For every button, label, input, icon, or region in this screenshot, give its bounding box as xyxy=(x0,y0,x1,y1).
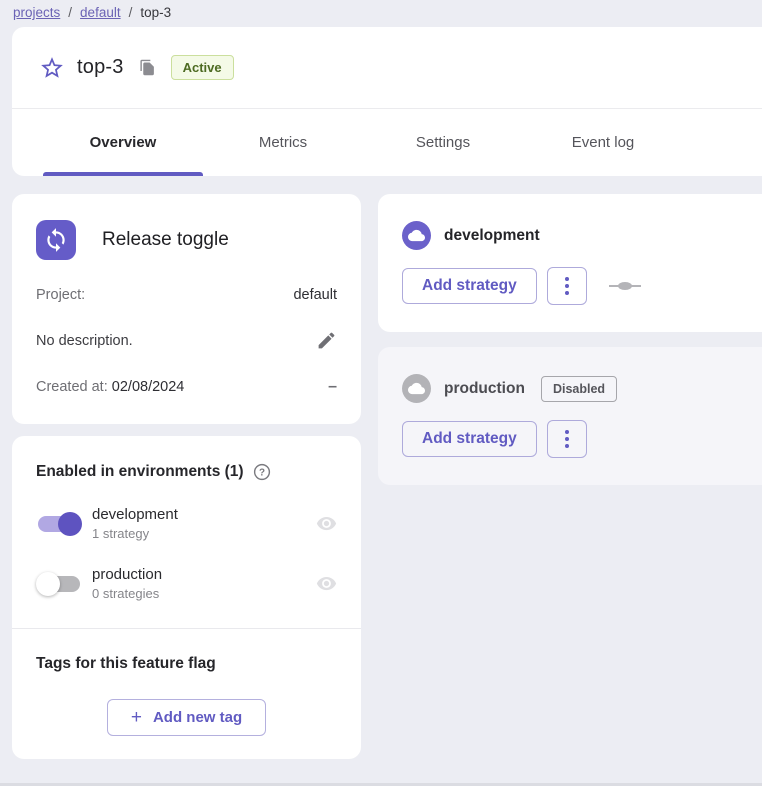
created-at-text: Created at: 02/08/2024 xyxy=(36,379,184,395)
environment-strategy-count: 0 strategies xyxy=(92,586,162,601)
project-value: default xyxy=(293,287,337,303)
release-toggle-icon xyxy=(36,220,76,260)
environment-disabled-badge: Disabled xyxy=(541,376,617,402)
visibility-eye-icon[interactable] xyxy=(316,573,337,594)
add-new-tag-label: Add new tag xyxy=(153,709,242,726)
tabs: Overview Metrics Settings Event log xyxy=(12,108,762,176)
environment-panel-development: development Add strategy xyxy=(378,194,762,332)
active-tab-indicator xyxy=(43,172,203,176)
flag-type-row: Release toggle xyxy=(36,220,337,260)
svg-text:?: ? xyxy=(259,468,265,479)
tab-metrics-label: Metrics xyxy=(259,134,307,151)
breadcrumb: projects / default / top-3 xyxy=(0,0,762,27)
page-title: top-3 xyxy=(77,56,124,79)
created-at-row: Created at: 02/08/2024 – xyxy=(36,378,337,396)
environment-more-options-button[interactable] xyxy=(547,420,587,458)
environment-name: production xyxy=(92,566,162,583)
tab-event-log[interactable]: Event log xyxy=(523,109,683,176)
description-row: No description. xyxy=(36,330,337,351)
add-strategy-button[interactable]: Add strategy xyxy=(402,268,537,304)
project-row: Project: default xyxy=(36,287,337,303)
development-toggle[interactable] xyxy=(36,511,82,537)
tags-heading: Tags for this feature flag xyxy=(36,655,337,673)
environment-name: development xyxy=(92,506,178,523)
environment-panel-name: development xyxy=(444,227,540,245)
cloud-icon xyxy=(402,374,431,403)
environment-row-production: production 0 strategies xyxy=(36,566,337,601)
environment-more-options-button[interactable] xyxy=(547,267,587,305)
tab-overview-label: Overview xyxy=(90,134,157,151)
tab-metrics[interactable]: Metrics xyxy=(203,109,363,176)
card-divider xyxy=(12,628,361,629)
status-badge: Active xyxy=(171,55,234,80)
environment-row-development: development 1 strategy xyxy=(36,506,337,541)
strategy-separator-icon xyxy=(609,281,641,291)
environments-card: Enabled in environments (1) ? developmen… xyxy=(12,436,361,759)
project-label: Project: xyxy=(36,287,85,303)
favorite-star-icon[interactable] xyxy=(39,55,65,81)
dash-icon: – xyxy=(328,378,337,396)
tab-settings-label: Settings xyxy=(416,134,470,151)
description-text: No description. xyxy=(36,333,133,349)
production-toggle[interactable] xyxy=(36,571,82,597)
tab-event-log-label: Event log xyxy=(572,134,635,151)
created-at-label: Created at: xyxy=(36,379,108,395)
tab-overview[interactable]: Overview xyxy=(43,109,203,176)
copy-name-icon[interactable] xyxy=(139,59,156,76)
tab-settings[interactable]: Settings xyxy=(363,109,523,176)
help-icon[interactable]: ? xyxy=(253,463,271,481)
breadcrumb-separator: / xyxy=(129,5,133,20)
title-row: top-3 Active xyxy=(12,27,762,108)
environment-strategy-count: 1 strategy xyxy=(92,526,178,541)
created-at-value: 02/08/2024 xyxy=(112,379,185,395)
flag-type-label: Release toggle xyxy=(102,229,229,251)
edit-description-icon[interactable] xyxy=(316,330,337,351)
breadcrumb-default[interactable]: default xyxy=(80,5,121,20)
add-new-tag-button[interactable]: + Add new tag xyxy=(107,699,266,736)
breadcrumb-current: top-3 xyxy=(140,5,171,20)
plus-icon: + xyxy=(131,711,142,725)
environments-heading: Enabled in environments (1) xyxy=(36,463,244,481)
flag-details-card: Release toggle Project: default No descr… xyxy=(12,194,361,424)
visibility-eye-icon[interactable] xyxy=(316,513,337,534)
cloud-icon xyxy=(402,221,431,250)
breadcrumb-projects[interactable]: projects xyxy=(13,5,60,20)
breadcrumb-separator: / xyxy=(68,5,72,20)
environment-panel-name: production xyxy=(444,380,525,398)
environment-panel-production: production Disabled Add strategy xyxy=(378,347,762,485)
add-strategy-button[interactable]: Add strategy xyxy=(402,421,537,457)
feature-header-card: top-3 Active Overview Metrics Settings E… xyxy=(12,27,762,176)
